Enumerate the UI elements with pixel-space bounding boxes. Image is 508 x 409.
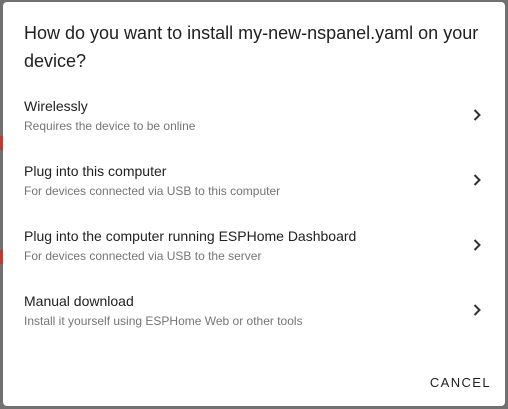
option-description: For devices connected via USB to this co… [24, 184, 281, 198]
option-wirelessly[interactable]: Wirelessly Requires the device to be onl… [3, 84, 505, 149]
install-options-list: Wirelessly Requires the device to be onl… [3, 84, 505, 344]
cancel-button[interactable]: CANCEL [430, 375, 491, 390]
option-label: Wirelessly [24, 98, 88, 114]
install-dialog: How do you want to install my-new-nspane… [3, 2, 505, 406]
option-label: Manual download [24, 293, 134, 309]
option-description: Requires the device to be online [24, 119, 196, 133]
chevron-right-icon [473, 109, 481, 121]
option-label: Plug into this computer [24, 163, 167, 179]
chevron-right-icon [473, 239, 481, 251]
option-plug-into-server[interactable]: Plug into the computer running ESPHome D… [3, 214, 505, 279]
dialog-title: How do you want to install my-new-nspane… [24, 23, 479, 71]
option-plug-into-this-computer[interactable]: Plug into this computer For devices conn… [3, 149, 505, 214]
option-label: Plug into the computer running ESPHome D… [24, 228, 357, 244]
option-manual-download[interactable]: Manual download Install it yourself usin… [3, 279, 505, 344]
option-description: For devices connected via USB to the ser… [24, 249, 262, 263]
chevron-right-icon [473, 304, 481, 316]
option-description: Install it yourself using ESPHome Web or… [24, 314, 303, 328]
chevron-right-icon [473, 174, 481, 186]
